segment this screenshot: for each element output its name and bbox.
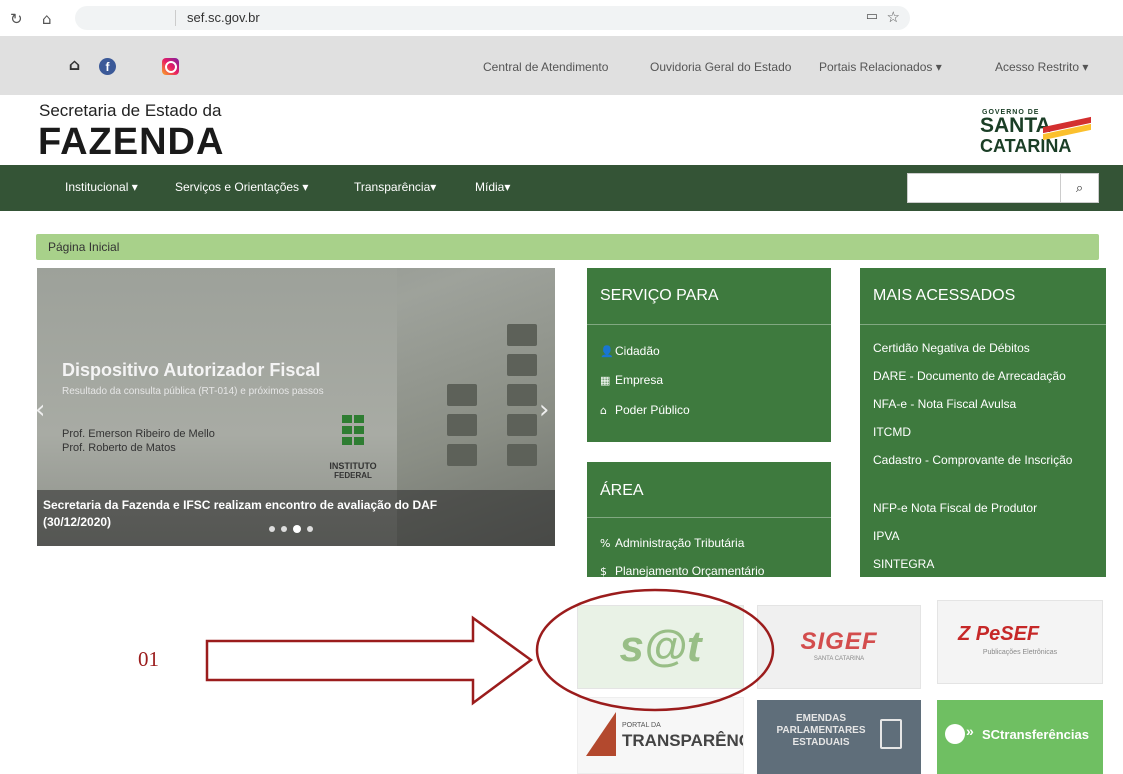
page: ↻ ⌂ sef.sc.gov.br ▭ ☆ ⌂ f Central de Ate… (0, 0, 1123, 774)
annotation-label: 01 (138, 647, 159, 671)
annotation-arrow (205, 615, 534, 706)
annotation-overlay (205, 588, 775, 712)
annotation-ellipse (535, 588, 775, 712)
